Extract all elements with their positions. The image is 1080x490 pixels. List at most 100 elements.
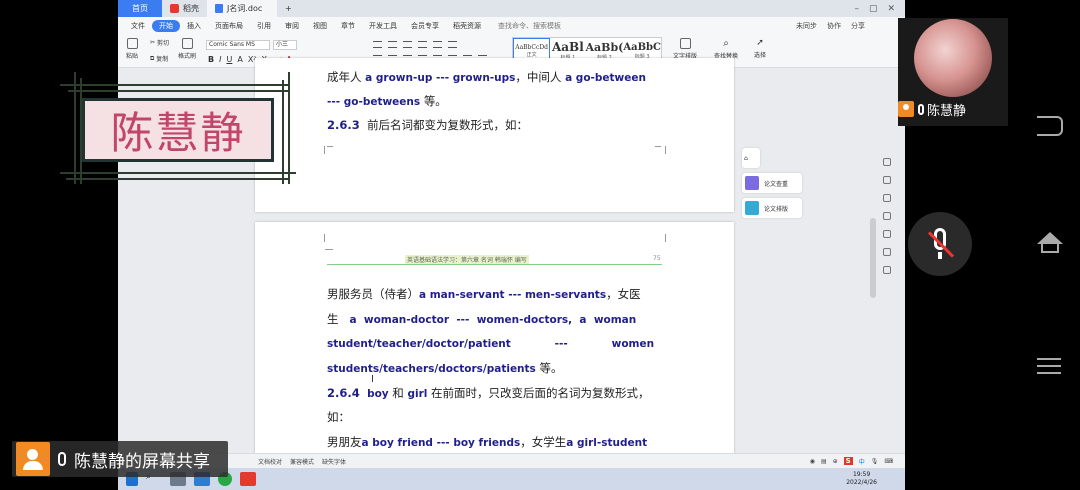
doc-example: girl: [407, 388, 428, 400]
paper-check-icon: [745, 176, 759, 190]
bullet-list-icon[interactable]: [373, 41, 382, 48]
pointer-icon[interactable]: [883, 194, 891, 202]
font-size-select[interactable]: 小三: [273, 40, 297, 50]
font-color-icon[interactable]: A: [237, 55, 242, 64]
microphone-icon: [58, 452, 66, 466]
text-layout-button[interactable]: 文字排版: [673, 38, 697, 60]
crop-mark: [317, 234, 325, 242]
status-bar: 文档校对 兼容模式 缺失字体 ◉ ▤ ⊕ S 中 🎙 ⌨: [118, 453, 905, 468]
collapse-panel-button[interactable]: ⌂: [742, 148, 760, 168]
ime-logo[interactable]: S: [843, 457, 853, 465]
mute-button[interactable]: [908, 212, 972, 276]
font-name-select[interactable]: Comic Sans MS: [206, 40, 270, 50]
taskbar-clock[interactable]: 19:59 2022/4/26: [846, 471, 905, 487]
doc-icon: [215, 4, 223, 13]
decor-line: [74, 72, 76, 184]
collab-button[interactable]: 协作: [827, 21, 841, 31]
doc-text: 等。: [539, 361, 563, 375]
style-heading-1-preview: AaBl: [551, 40, 584, 54]
copy-button[interactable]: ⧉ 复制: [150, 54, 168, 64]
doc-text: ，中间人: [515, 70, 562, 84]
number-list-icon[interactable]: [388, 41, 397, 48]
menu-view[interactable]: 视图: [306, 21, 334, 31]
format-painter-button[interactable]: 格式刷: [178, 38, 196, 60]
outdent-icon[interactable]: [403, 41, 412, 48]
indent-icon[interactable]: [418, 41, 427, 48]
menu-references[interactable]: 引用: [250, 21, 278, 31]
tab-document-label: J名词.doc: [227, 4, 263, 13]
edit-icon[interactable]: [883, 176, 891, 184]
paste-button[interactable]: 粘贴: [126, 38, 138, 60]
wps-taskbar-icon[interactable]: [240, 472, 256, 486]
menu-review[interactable]: 审阅: [278, 21, 306, 31]
menu-bar: 文件 开始 插入 页面布局 引用 审阅 视图 章节 开发工具 会员专享 稻壳资源…: [118, 17, 905, 35]
keyboard-icon[interactable]: ⌨: [884, 458, 893, 465]
doc-text: 等。: [423, 94, 447, 108]
tab-wps[interactable]: 稻壳: [162, 0, 207, 17]
select-button[interactable]: ➚ 选择: [754, 38, 766, 59]
paper-check-button[interactable]: 论文查重: [742, 173, 802, 193]
ime-language[interactable]: 中: [859, 457, 865, 466]
menu-resources[interactable]: 稻壳资源: [446, 21, 488, 31]
header-rule: [327, 264, 662, 265]
doc-line: --- go-betweens 等。: [327, 93, 447, 109]
command-search[interactable]: 查找命令、搜索模板: [498, 21, 561, 31]
show-marks-icon[interactable]: [448, 41, 457, 48]
minimize-icon[interactable]: –: [854, 4, 859, 14]
doc-text: 生: [327, 312, 339, 326]
menu-section[interactable]: 章节: [334, 21, 362, 31]
style-normal-preview: AaBbCcDd: [515, 43, 548, 51]
back-nav-icon[interactable]: [1037, 116, 1063, 136]
page-header: 英语基础语法学习：第六章 名词 韩瑞怀 编写: [405, 255, 529, 264]
sync-status[interactable]: 未同步: [796, 21, 817, 31]
style-heading-2-preview: AaBb(: [585, 40, 624, 54]
underline-icon[interactable]: U: [226, 55, 232, 64]
menu-file[interactable]: 文件: [124, 21, 152, 31]
tab-home[interactable]: 首页: [118, 0, 162, 17]
paper-layout-button[interactable]: 论文排版: [742, 198, 802, 218]
bold-icon[interactable]: B: [208, 55, 214, 64]
help-icon[interactable]: [883, 230, 891, 238]
cut-button[interactable]: ✂ 剪切: [150, 38, 169, 47]
participant-name: 陈慧静: [927, 103, 967, 119]
italic-icon[interactable]: I: [219, 55, 221, 64]
menu-insert[interactable]: 插入: [180, 21, 208, 31]
doc-check-button[interactable]: 文档校对: [258, 457, 282, 466]
crop-mark: [327, 146, 333, 154]
doc-line: 成年人 a grown-up --- grown-ups，中间人 a go-be…: [327, 69, 646, 85]
brush-icon: [181, 38, 193, 49]
menu-developer[interactable]: 开发工具: [362, 21, 404, 31]
title-bar: 首页 稻壳 J名词.doc + – ▢ ✕: [118, 0, 905, 17]
find-replace-button[interactable]: ⌕ 查找替换: [714, 38, 738, 60]
document-page-2[interactable]: 英语基础语法学习：第六章 名词 韩瑞怀 编写 75 男服务员（侍者）a man-…: [255, 222, 734, 462]
style-heading-3-preview: AaBbC: [623, 41, 662, 53]
text-cursor-icon: I: [371, 374, 374, 385]
restore-icon[interactable]: ▢: [869, 4, 878, 14]
web-view-icon[interactable]: ⊕: [833, 458, 838, 465]
menu-member[interactable]: 会员专享: [404, 21, 446, 31]
location-icon[interactable]: [883, 266, 891, 274]
mic-icon[interactable]: 🎙: [871, 458, 879, 465]
page-view-icon[interactable]: ▤: [821, 458, 827, 465]
close-icon[interactable]: ✕: [887, 4, 895, 14]
menu-nav-icon[interactable]: [1037, 358, 1061, 374]
translate-icon[interactable]: [883, 248, 891, 256]
right-toolbar: [883, 158, 891, 274]
new-tab-button[interactable]: +: [277, 0, 300, 17]
tab-document[interactable]: J名词.doc: [207, 0, 277, 17]
crop-mark: [325, 242, 333, 250]
shape-icon[interactable]: [883, 212, 891, 220]
tab-home-label: 首页: [132, 4, 148, 13]
eye-icon[interactable]: ◉: [810, 458, 815, 465]
participant-tile[interactable]: 陈慧静: [898, 18, 1008, 126]
share-button[interactable]: 分享: [851, 21, 865, 31]
vertical-scrollbar[interactable]: [870, 218, 876, 298]
document-page-1[interactable]: 成年人 a grown-up --- grown-ups，中间人 a go-be…: [255, 58, 734, 212]
settings-icon[interactable]: [883, 158, 891, 166]
menu-page-layout[interactable]: 页面布局: [208, 21, 250, 31]
menu-home[interactable]: 开始: [152, 20, 180, 32]
sort-icon[interactable]: [433, 41, 442, 48]
doc-heading: 2.6.3 前后名词都变为复数形式，如：: [327, 117, 528, 133]
missing-font-button[interactable]: 缺失字体: [322, 457, 346, 466]
cursor-icon: ➚: [756, 38, 764, 48]
